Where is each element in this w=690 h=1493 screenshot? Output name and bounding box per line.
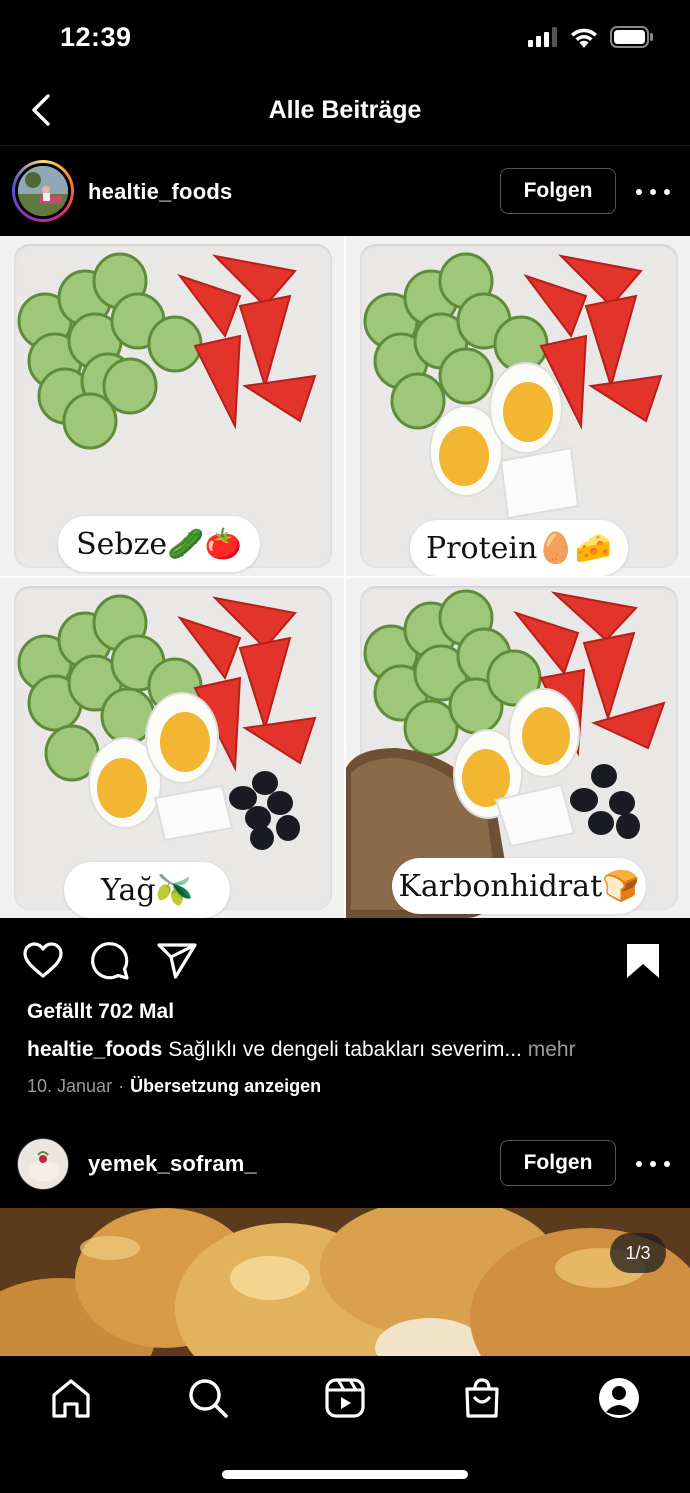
post-image[interactable] [0, 1208, 690, 1356]
tile-fat: Yağ🫒 [0, 578, 344, 918]
status-bar: 12:39 [0, 0, 690, 76]
post-meta: 10. Januar · Übersetzung anzeigen [27, 1076, 321, 1097]
profile-icon[interactable] [597, 1376, 641, 1420]
status-time: 12:39 [60, 22, 132, 52]
tile-label: Karbonhidrat🍞 [392, 858, 646, 914]
avatar[interactable] [17, 1138, 69, 1190]
page-title: Alle Beiträge [268, 96, 422, 124]
post-username[interactable]: yemek_sofram_ [88, 1151, 257, 1177]
follow-button[interactable]: Folgen [500, 1140, 616, 1186]
wifi-icon [571, 28, 597, 48]
caption-more-link[interactable]: mehr [522, 1038, 576, 1061]
likes-count[interactable]: Gefällt 702 Mal [27, 1000, 174, 1024]
carousel-counter: 1/3 [610, 1233, 666, 1273]
tile-label: Protein🥚🧀 [410, 520, 628, 576]
search-icon[interactable] [186, 1376, 230, 1420]
tile-carbs: Karbonhidrat🍞 [346, 578, 690, 918]
translate-link[interactable]: Übersetzung anzeigen [130, 1076, 321, 1096]
bookmark-icon[interactable] [622, 940, 664, 982]
reels-icon[interactable] [323, 1376, 367, 1420]
battery-icon [610, 26, 653, 48]
avatar[interactable] [12, 160, 74, 222]
shop-icon[interactable] [460, 1376, 504, 1420]
post-image[interactable]: Sebze🥒🍅 Protein🥚🧀 Yağ🫒 Karbonhidrat🍞 [0, 236, 690, 918]
caption-username[interactable]: healtie_foods [27, 1038, 162, 1061]
tile-label: Yağ🫒 [64, 862, 230, 918]
nav-header: Alle Beiträge [0, 76, 690, 146]
home-icon[interactable] [49, 1376, 93, 1420]
more-options-icon[interactable] [636, 1154, 670, 1174]
tile-protein: Protein🥚🧀 [346, 236, 690, 576]
post-header: healtie_foods Folgen [0, 148, 690, 236]
tile-label: Sebze🥒🍅 [58, 516, 260, 572]
post-username[interactable]: healtie_foods [88, 179, 232, 205]
post-actions [0, 918, 690, 1000]
caption-text: Sağlıklı ve dengeli tabakları severim... [162, 1038, 522, 1061]
post-caption: healtie_foods Sağlıklı ve dengeli tabakl… [27, 1038, 667, 1062]
follow-button[interactable]: Folgen [500, 168, 616, 214]
home-indicator [222, 1470, 468, 1479]
comment-icon[interactable] [89, 940, 131, 982]
heart-icon[interactable] [22, 940, 64, 982]
share-icon[interactable] [156, 940, 198, 982]
post-date: 10. Januar [27, 1076, 113, 1096]
tile-vegetables: Sebze🥒🍅 [0, 236, 344, 576]
post-header: yemek_sofram_ Folgen [0, 1120, 690, 1208]
meta-separator: · [118, 1076, 125, 1096]
more-options-icon[interactable] [636, 182, 670, 202]
avatar-photo [18, 166, 68, 216]
avatar-photo [18, 1139, 68, 1189]
status-icons [528, 26, 654, 48]
food-illustration [0, 1208, 690, 1356]
signal-icon [528, 27, 557, 47]
